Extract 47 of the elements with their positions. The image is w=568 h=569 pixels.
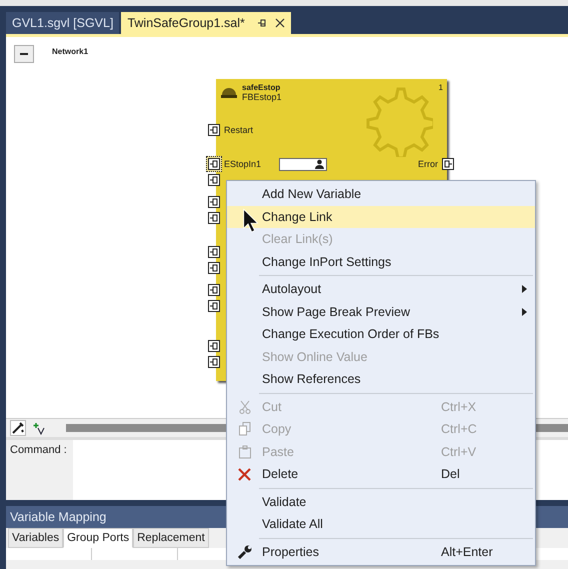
- output-port-icon[interactable]: [442, 158, 454, 170]
- input-port-icon[interactable]: [206, 156, 222, 172]
- input-port-icon[interactable]: [206, 260, 222, 276]
- input-port-icon[interactable]: [206, 210, 222, 226]
- wrench-icon: [238, 544, 252, 559]
- port-label: EStopIn1: [224, 159, 262, 169]
- copy-icon: [238, 422, 250, 436]
- delete-icon: [238, 468, 251, 481]
- block-instance-name: FBEstop1: [242, 92, 282, 102]
- document-tab[interactable]: GVL1.sgvl [SGVL]: [6, 12, 120, 34]
- add-variable-icon[interactable]: [32, 421, 46, 435]
- menu-item[interactable]: Show References: [227, 368, 535, 390]
- input-port-icon[interactable]: [206, 172, 222, 188]
- menu-item[interactable]: Change InPort Settings: [227, 250, 535, 273]
- port-label: Error: [418, 159, 438, 169]
- input-port-icon[interactable]: [206, 298, 222, 314]
- panel-tab[interactable]: Group Ports: [63, 528, 134, 548]
- menu-item[interactable]: Autolayout: [227, 278, 535, 300]
- mouse-pointer-icon: [243, 208, 259, 234]
- input-port-icon[interactable]: [206, 282, 222, 298]
- block-number: 1: [438, 83, 443, 92]
- input-port-icon[interactable]: [206, 122, 222, 138]
- person-icon: [315, 159, 324, 169]
- input-port-icon[interactable]: [206, 354, 222, 370]
- collapse-button[interactable]: [14, 45, 34, 63]
- panel-tab[interactable]: Variables: [8, 528, 64, 548]
- menu-item[interactable]: Change Execution Order of FBs: [227, 323, 535, 346]
- input-port-icon[interactable]: [206, 244, 222, 260]
- document-tab[interactable]: TwinSafeGroup1.sal*: [121, 12, 291, 34]
- command-label: Command :: [9, 443, 68, 458]
- clipboard-icon: [238, 444, 250, 459]
- network-label: Network1: [52, 47, 88, 56]
- port-label: Restart: [224, 125, 254, 135]
- menu-item[interactable]: Properties Alt+Enter: [227, 540, 535, 563]
- menu-item[interactable]: Add New Variable: [227, 183, 535, 206]
- input-port-icon[interactable]: [206, 194, 222, 210]
- pin-icon[interactable]: [256, 18, 267, 28]
- scissors-icon: [238, 400, 250, 414]
- menu-item[interactable]: Delete Del: [227, 463, 535, 486]
- panel-tab[interactable]: Replacement: [133, 528, 209, 548]
- wand-icon[interactable]: [10, 420, 26, 436]
- close-icon[interactable]: [274, 18, 285, 28]
- block-type-name: safeEstop: [242, 83, 282, 92]
- menu-item[interactable]: Show Page Break Preview: [227, 300, 535, 323]
- variable-field[interactable]: [279, 158, 328, 170]
- menu-item[interactable]: Change Link: [227, 206, 535, 228]
- input-port-icon[interactable]: [206, 338, 222, 354]
